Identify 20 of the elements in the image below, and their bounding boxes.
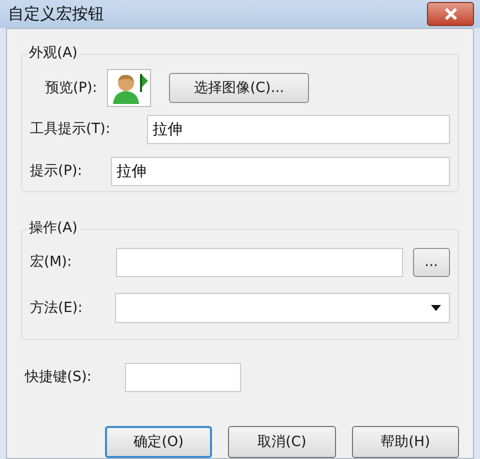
close-icon xyxy=(444,7,458,21)
preview-label: 预览(P): xyxy=(45,78,98,98)
shortcut-label: 快捷键(S): xyxy=(25,368,93,387)
choose-image-button[interactable]: 选择图像(C)... xyxy=(169,73,310,103)
macro-label: 宏(M): xyxy=(30,253,73,272)
window-title: 自定义宏按钮 xyxy=(8,3,104,25)
dialog-button[interactable]: 帮助(H) xyxy=(352,426,459,458)
shortcut-field[interactable] xyxy=(125,363,241,392)
close-button[interactable] xyxy=(427,2,474,26)
dialog-button[interactable]: 确定(O) xyxy=(105,426,212,458)
browse-button[interactable]: ... xyxy=(412,248,450,277)
tooltip-label: 工具提示(T): xyxy=(30,120,112,139)
macro-field[interactable] xyxy=(116,248,403,277)
caret-icon xyxy=(431,305,441,311)
method-label: 方法(E): xyxy=(30,298,84,318)
tooltip-field[interactable]: 拉伸 xyxy=(147,115,450,144)
method-dropdown[interactable] xyxy=(115,293,450,323)
hint-field[interactable]: 拉伸 xyxy=(111,157,450,186)
hint-label: 提示(P): xyxy=(30,162,84,181)
dialog-button[interactable]: 取消(C) xyxy=(228,426,336,458)
